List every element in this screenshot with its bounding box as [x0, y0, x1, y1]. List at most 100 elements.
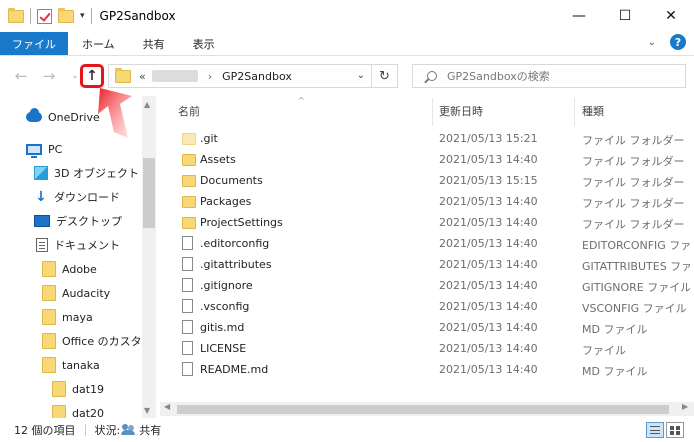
address-history-chevron-icon[interactable]: ⌄ — [357, 70, 365, 81]
back-arrow-icon[interactable]: ← — [10, 65, 32, 87]
folder-icon[interactable] — [8, 7, 24, 23]
table-row[interactable]: README.md 2021/05/13 14:40 MD ファイル — [160, 359, 694, 380]
tab-home[interactable]: ホーム — [68, 32, 129, 55]
table-row[interactable]: Packages 2021/05/13 14:40 ファイル フォルダー — [160, 191, 694, 212]
maximize-button[interactable]: ☐ — [602, 0, 648, 32]
sidebar-item-label: デスクトップ — [56, 215, 122, 228]
folder-icon — [42, 357, 56, 373]
sidebar-item-label: 3D オブジェクト — [54, 167, 139, 180]
sidebar-item-dat19[interactable]: dat19 — [52, 378, 104, 400]
item-count: 12 個の項目 — [14, 424, 76, 437]
table-row[interactable]: .vsconfig 2021/05/13 14:40 VSCONFIG ファイル — [160, 296, 694, 317]
sidebar-item-adobe[interactable]: Adobe — [42, 258, 97, 280]
tab-file[interactable]: ファイル — [0, 32, 68, 55]
file-type: ファイル フォルダー — [582, 155, 685, 168]
table-row[interactable]: Documents 2021/05/13 15:15 ファイル フォルダー — [160, 170, 694, 191]
column-header-date[interactable]: 更新日時 — [439, 100, 483, 122]
folder-icon — [182, 133, 196, 145]
desktop-icon — [34, 215, 50, 227]
table-row[interactable]: Assets 2021/05/13 14:40 ファイル フォルダー — [160, 149, 694, 170]
file-icon — [182, 299, 193, 313]
up-arrow-icon[interactable]: ↑ — [80, 64, 104, 88]
details-view-button[interactable] — [646, 422, 664, 438]
customize-toolbar-dropdown-icon[interactable]: ▾ — [80, 11, 85, 21]
sidebar-item-desktop[interactable]: デスクトップ — [34, 210, 122, 232]
folder-icon — [42, 333, 56, 349]
sidebar-item-3d-objects[interactable]: 3D オブジェクト — [34, 162, 139, 184]
table-row[interactable]: .gitattributes 2021/05/13 14:40 GITATTRI… — [160, 254, 694, 275]
column-divider[interactable] — [574, 98, 575, 126]
sidebar-item-dat20[interactable]: dat20 — [52, 402, 104, 418]
folder-icon — [182, 175, 196, 187]
file-name: README.md — [200, 363, 269, 376]
sidebar-scrollbar[interactable] — [142, 96, 156, 418]
file-type: ファイル — [582, 344, 626, 357]
sidebar-item-label: tanaka — [62, 358, 100, 372]
sidebar-item-office-custom[interactable]: Office のカスタム — [42, 330, 153, 352]
table-row[interactable]: .editorconfig 2021/05/13 14:40 EDITORCON… — [160, 233, 694, 254]
file-type: ファイル フォルダー — [582, 176, 685, 189]
file-icon — [182, 278, 193, 292]
breadcrumb-redacted-segment[interactable] — [151, 70, 198, 82]
sidebar-item-onedrive[interactable]: OneDrive — [26, 106, 100, 128]
table-row[interactable]: LICENSE 2021/05/13 14:40 ファイル — [160, 338, 694, 359]
refresh-icon[interactable]: ↻ — [372, 64, 398, 88]
table-row[interactable]: .git 2021/05/13 15:21 ファイル フォルダー — [160, 128, 694, 149]
breadcrumb-overflow[interactable]: « — [139, 70, 146, 83]
file-date: 2021/05/13 14:40 — [439, 363, 538, 376]
large-icons-view-button[interactable] — [666, 422, 684, 438]
close-button[interactable]: ✕ — [648, 0, 694, 32]
scroll-right-arrow-icon[interactable]: ▶ — [682, 402, 688, 411]
forward-arrow-icon[interactable]: → — [38, 65, 60, 87]
file-name: Packages — [200, 195, 252, 208]
column-header-type[interactable]: 種類 — [582, 100, 604, 122]
file-date: 2021/05/13 14:40 — [439, 300, 538, 313]
sidebar-item-tanaka[interactable]: tanaka — [42, 354, 100, 376]
scroll-up-arrow-icon[interactable]: ▲ — [144, 100, 150, 109]
table-row[interactable]: .gitignore 2021/05/13 14:40 GITIGNORE ファ… — [160, 275, 694, 296]
navigation-pane: OneDrive PC 3D オブジェクト ↓ ダウンロード デスクトップ ドキ… — [0, 96, 158, 418]
help-icon[interactable]: ? — [670, 34, 686, 50]
breadcrumb-separator-icon[interactable]: › — [208, 70, 212, 83]
file-type: ファイル フォルダー — [582, 197, 685, 210]
scroll-left-arrow-icon[interactable]: ◀ — [164, 402, 170, 411]
3d-objects-icon — [34, 166, 48, 180]
folder-icon — [52, 381, 66, 397]
file-date: 2021/05/13 14:40 — [439, 258, 538, 271]
sidebar-item-label: OneDrive — [48, 110, 100, 124]
properties-icon[interactable] — [37, 8, 52, 24]
tab-view[interactable]: 表示 — [179, 32, 229, 55]
divider — [84, 424, 86, 436]
scroll-down-arrow-icon[interactable]: ▼ — [144, 406, 150, 415]
horizontal-scrollbar-thumb[interactable] — [177, 405, 669, 414]
sidebar-item-documents[interactable]: ドキュメント — [36, 234, 120, 256]
tab-share[interactable]: 共有 — [129, 32, 179, 55]
file-type: GITATTRIBUTES ファ — [582, 260, 690, 273]
new-folder-icon[interactable] — [58, 7, 74, 23]
folder-icon — [182, 217, 196, 229]
folder-icon — [42, 309, 56, 325]
column-divider[interactable] — [432, 98, 433, 126]
sidebar-item-label: Adobe — [62, 262, 97, 276]
sidebar-item-maya[interactable]: maya — [42, 306, 93, 328]
file-type: MD ファイル — [582, 323, 648, 336]
address-bar[interactable]: « › GP2Sandbox ⌄ — [108, 64, 372, 88]
search-box[interactable] — [412, 64, 686, 88]
table-row[interactable]: ProjectSettings 2021/05/13 14:40 ファイル フォ… — [160, 212, 694, 233]
column-header-name[interactable]: 名前 — [178, 100, 200, 122]
minimize-button[interactable]: — — [556, 0, 602, 32]
download-icon: ↓ — [35, 189, 47, 205]
sidebar-item-pc[interactable]: PC — [26, 138, 62, 160]
sidebar-scrollbar-thumb[interactable] — [143, 158, 155, 228]
sidebar-item-downloads[interactable]: ↓ ダウンロード — [34, 186, 120, 208]
table-row[interactable]: gitis.md 2021/05/13 14:40 MD ファイル — [160, 317, 694, 338]
breadcrumb-current[interactable]: GP2Sandbox — [222, 70, 292, 83]
title-bar: ▾ GP2Sandbox — ☐ ✕ — [0, 0, 694, 32]
divider — [90, 8, 92, 24]
file-list: ^ 名前 更新日時 種類 .git 2021/05/13 15:21 ファイル … — [160, 96, 694, 418]
search-input[interactable] — [447, 69, 667, 83]
sidebar-item-audacity[interactable]: Audacity — [42, 282, 110, 304]
file-name: .vsconfig — [200, 300, 250, 313]
expand-ribbon-chevron-icon[interactable]: ⌄ — [648, 37, 656, 48]
file-date: 2021/05/13 14:40 — [439, 342, 538, 355]
